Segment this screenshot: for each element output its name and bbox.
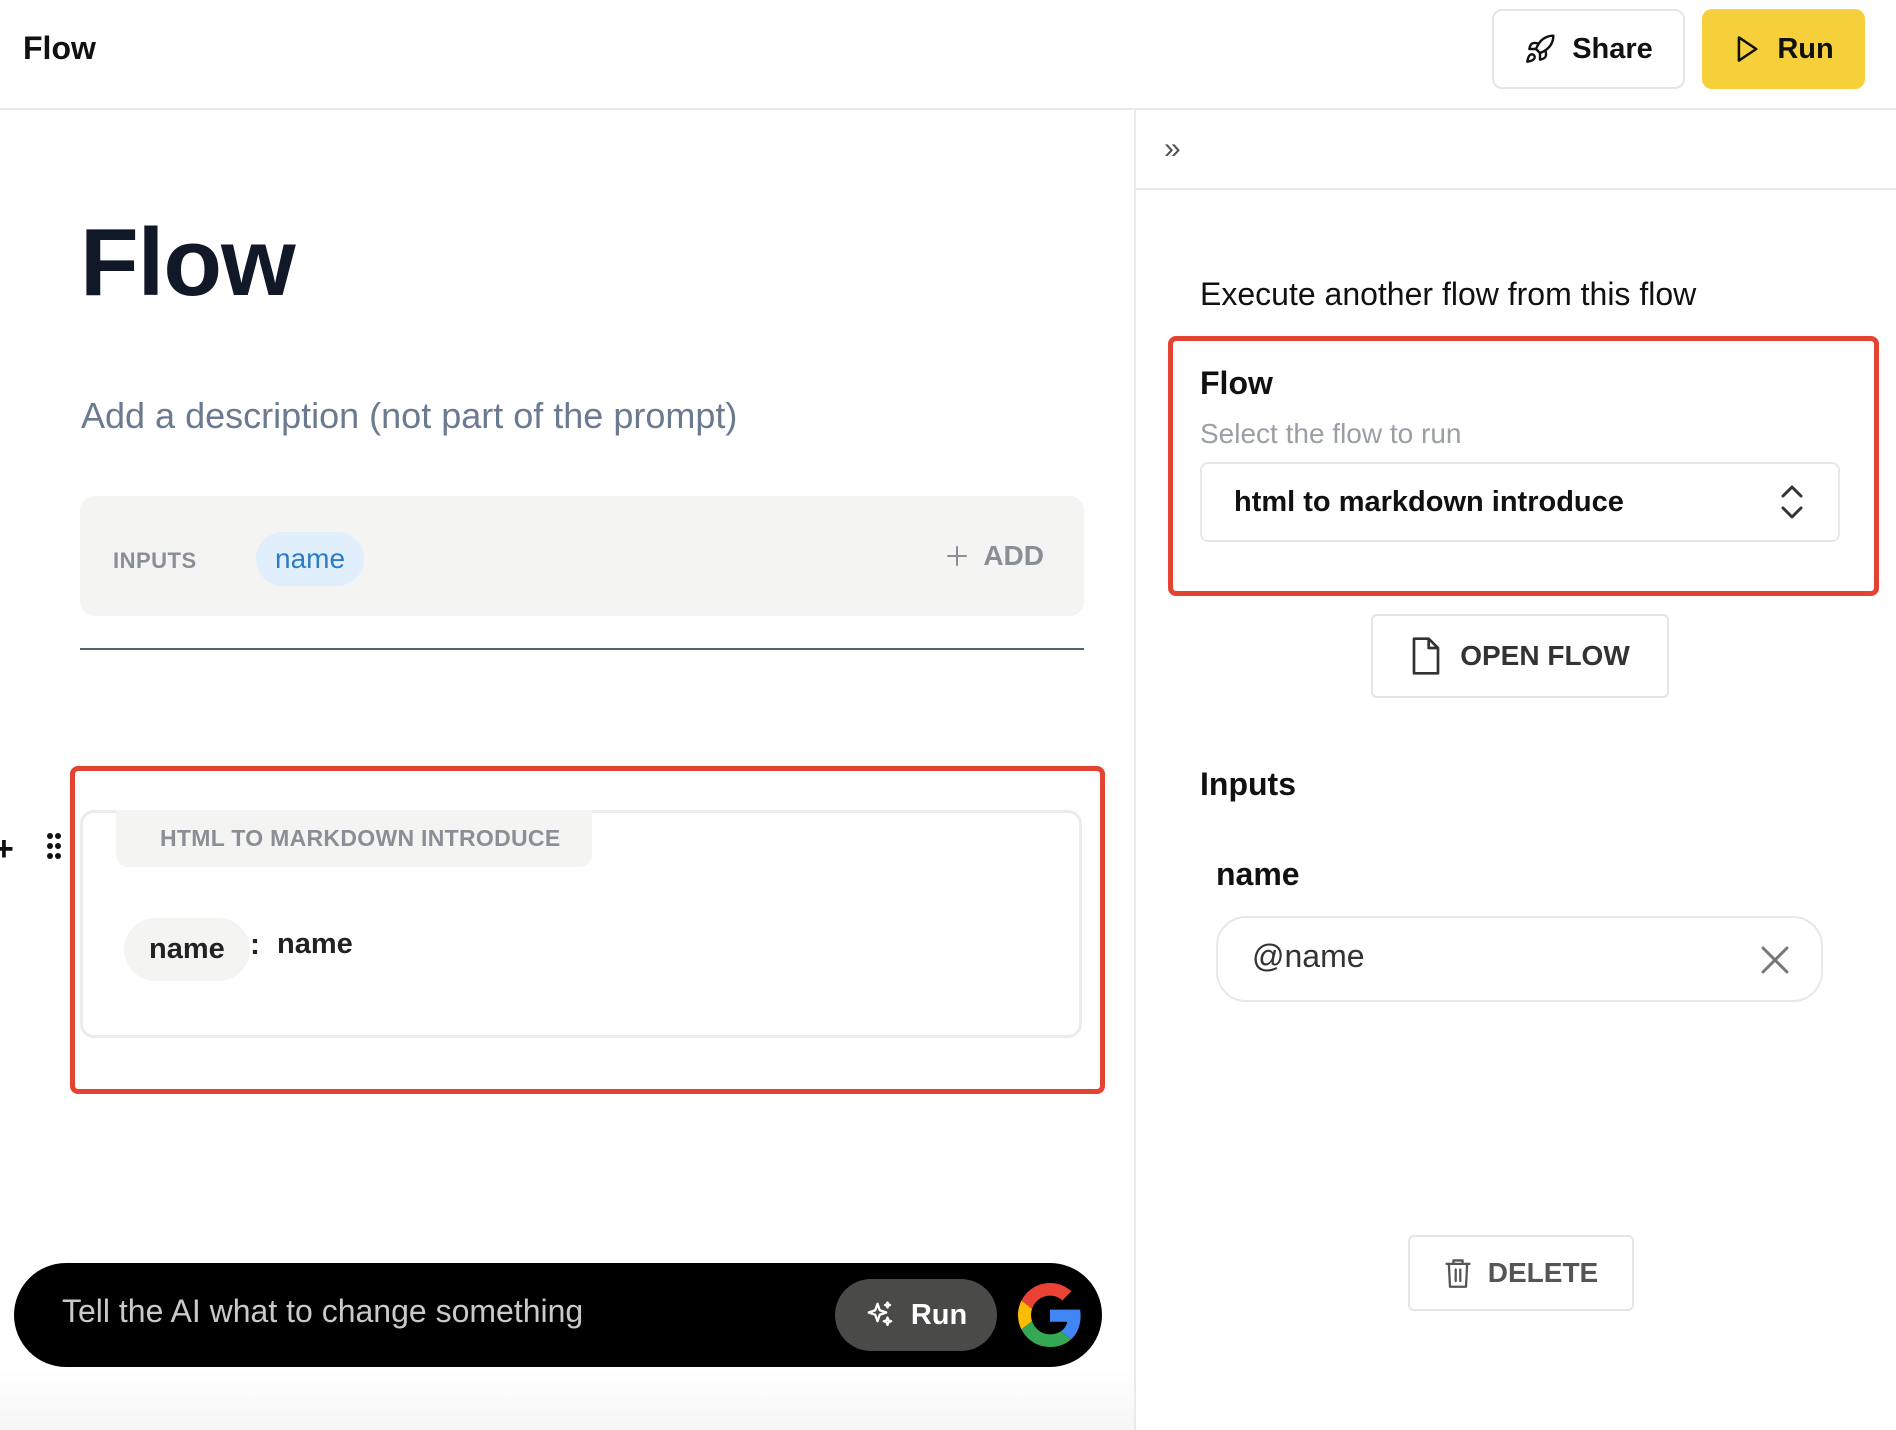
add-block-icon[interactable]: + <box>0 830 14 869</box>
delete-button[interactable]: DELETE <box>1408 1235 1634 1311</box>
highlight-box-flow-select <box>1168 336 1879 596</box>
ai-prompt-bar: Run <box>14 1263 1102 1367</box>
sidebar-description: Execute another flow from this flow <box>1200 276 1697 312</box>
rocket-icon <box>1526 34 1555 63</box>
inputs-bar: INPUTS name ADD <box>80 496 1084 616</box>
run-button[interactable]: Run <box>1702 9 1865 89</box>
ai-prompt-input[interactable] <box>62 1293 782 1330</box>
trash-icon <box>1445 1259 1471 1288</box>
add-label: ADD <box>983 540 1044 571</box>
open-flow-label: OPEN FLOW <box>1460 640 1630 671</box>
plus-icon <box>947 546 968 566</box>
input-name-value[interactable] <box>1252 938 1712 975</box>
open-flow-button[interactable]: OPEN FLOW <box>1371 614 1669 698</box>
sidebar-header-divider <box>1136 188 1896 190</box>
input-chip-name[interactable]: name <box>256 532 365 586</box>
app-title: Flow <box>23 30 96 66</box>
inputs-label: INPUTS <box>113 548 197 573</box>
input-name-field[interactable] <box>1216 916 1823 1002</box>
share-label: Share <box>1572 32 1653 65</box>
document-icon <box>1412 637 1440 675</box>
panel-bottom-fade <box>0 1370 1134 1430</box>
inputs-heading: Inputs <box>1200 766 1296 802</box>
ai-run-label: Run <box>910 1298 968 1331</box>
settings-sidebar: » Execute another flow from this flow Fl… <box>1136 110 1896 1430</box>
top-bar: Flow Share Run <box>0 0 1896 110</box>
sparkle-icon <box>867 1301 893 1327</box>
divider <box>80 648 1084 650</box>
run-label: Run <box>1777 32 1834 65</box>
add-input-button[interactable]: ADD <box>945 540 1044 572</box>
description-field[interactable]: Add a description (not part of the promp… <box>81 395 737 437</box>
highlight-box-flow-block <box>70 766 1105 1094</box>
page-title[interactable]: Flow <box>80 208 296 318</box>
ai-run-button[interactable]: Run <box>835 1279 997 1351</box>
editor-panel: Flow Add a description (not part of the … <box>0 110 1134 1430</box>
play-icon <box>1737 36 1758 62</box>
drag-handle-icon[interactable] <box>46 832 62 860</box>
close-icon[interactable] <box>1757 942 1793 978</box>
share-button[interactable]: Share <box>1492 9 1685 89</box>
collapse-sidebar-icon[interactable]: » <box>1164 132 1181 166</box>
delete-label: DELETE <box>1487 1257 1599 1288</box>
google-icon[interactable] <box>1018 1283 1082 1347</box>
input-name-label: name <box>1216 856 1300 892</box>
